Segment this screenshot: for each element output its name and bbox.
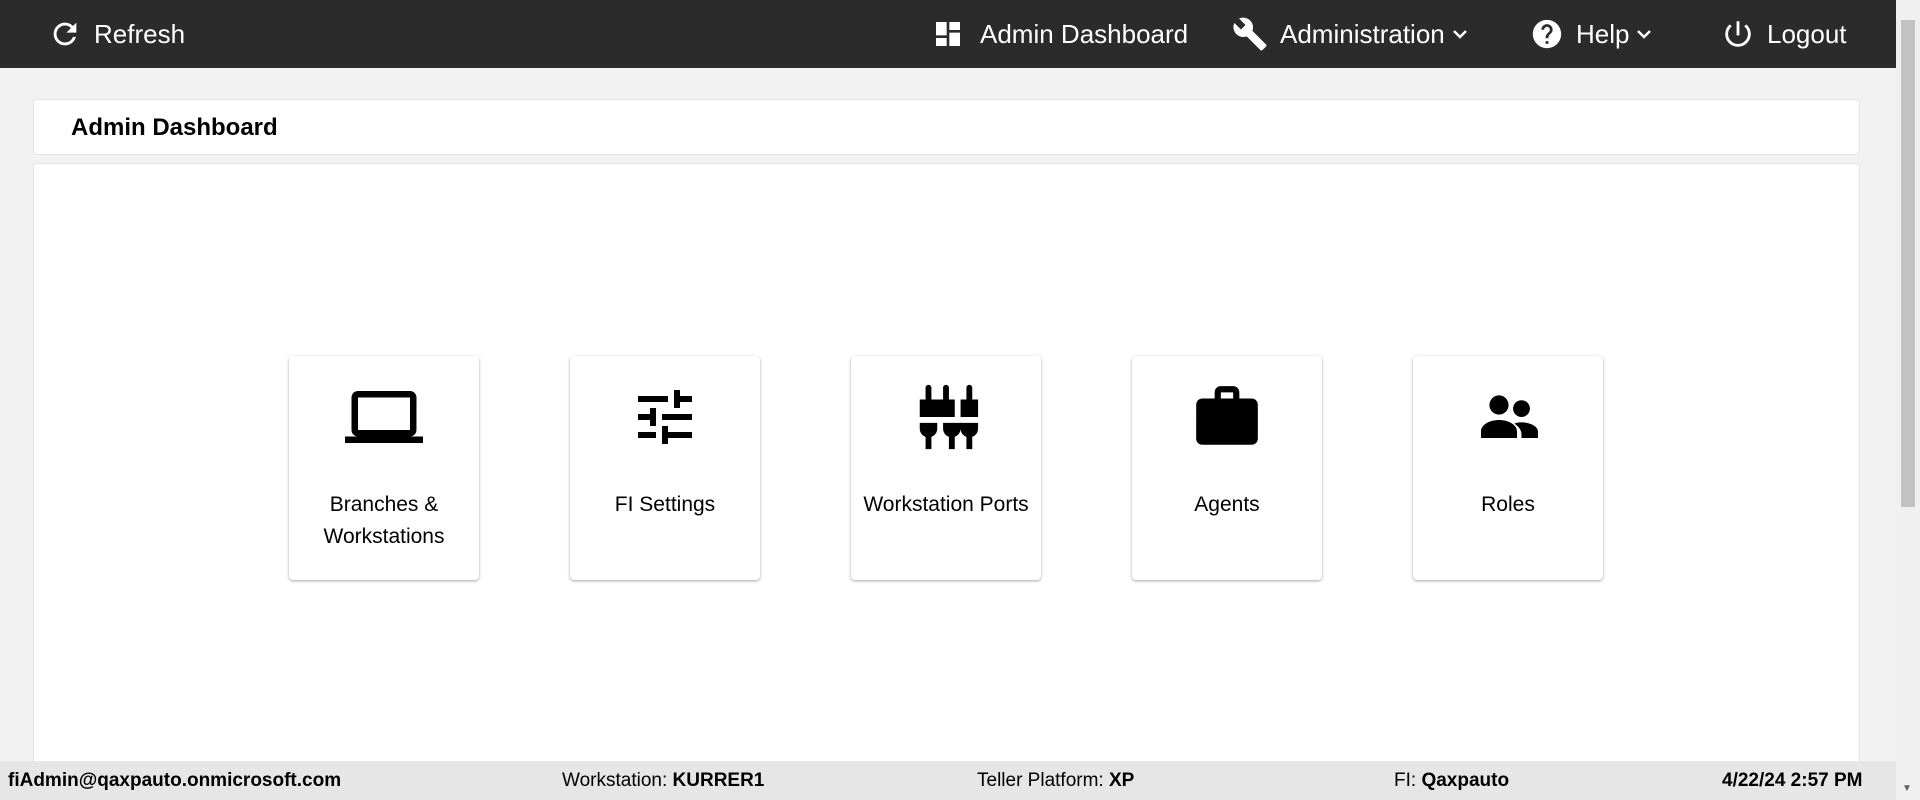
help-label: Help — [1576, 18, 1630, 49]
admin-dashboard-label: Admin Dashboard — [980, 18, 1189, 49]
power-icon — [1721, 17, 1755, 51]
top-nav-bar: Refresh Admin Dashboard Administration H… — [0, 0, 1920, 68]
status-fi: FI: Qaxpauto — [1394, 769, 1510, 791]
tile-agents[interactable]: Agents — [1132, 356, 1322, 580]
tile-branches-workstations[interactable]: Branches & Workstations — [289, 356, 479, 580]
logout-button[interactable]: Logout — [1721, 0, 1847, 68]
chevron-down-icon — [1635, 25, 1653, 43]
status-bar: fiAdmin@qaxpauto.onmicrosoft.com Worksta… — [0, 761, 1896, 800]
ports-icon — [851, 382, 1041, 452]
refresh-button[interactable]: Refresh — [48, 0, 185, 68]
status-teller-platform: Teller Platform: XP — [977, 769, 1135, 791]
tile-workstation-ports[interactable]: Workstation Ports — [851, 356, 1041, 580]
vertical-scrollbar[interactable]: ▼ — [1896, 0, 1920, 800]
tile-label: Roles — [1481, 493, 1535, 516]
sliders-icon — [570, 382, 760, 452]
chevron-down-icon — [1451, 25, 1469, 43]
tile-fi-settings[interactable]: FI Settings — [570, 356, 760, 580]
admin-dashboard-nav[interactable]: Admin Dashboard — [932, 0, 1188, 68]
administration-label: Administration — [1280, 18, 1445, 49]
logout-label: Logout — [1767, 18, 1847, 49]
briefcase-icon — [1132, 382, 1322, 452]
dashboard-icon — [932, 18, 964, 50]
tile-label: Branches & Workstations — [323, 493, 445, 548]
page-header: Admin Dashboard — [33, 99, 1860, 155]
laptop-icon — [289, 382, 479, 452]
refresh-label: Refresh — [94, 18, 186, 49]
administration-menu[interactable]: Administration — [1232, 0, 1469, 68]
scrollbar-thumb[interactable] — [1901, 20, 1915, 507]
dashboard-content: Branches & Workstations FI Settings Work… — [33, 163, 1860, 763]
people-icon — [1413, 382, 1603, 452]
status-workstation: Workstation: KURRER1 — [562, 769, 765, 791]
status-datetime: 4/22/24 2:57 PM — [1722, 769, 1863, 791]
scroll-down-arrow-icon[interactable]: ▼ — [1902, 783, 1912, 794]
refresh-icon — [48, 17, 82, 51]
tile-label: Workstation Ports — [863, 493, 1029, 516]
status-user: fiAdmin@qaxpauto.onmicrosoft.com — [8, 769, 342, 791]
help-icon — [1530, 17, 1564, 51]
wrench-icon — [1232, 16, 1268, 52]
help-menu[interactable]: Help — [1530, 0, 1653, 68]
tile-label: Agents — [1194, 493, 1260, 516]
tile-roles[interactable]: Roles — [1413, 356, 1603, 580]
tile-label: FI Settings — [614, 493, 716, 516]
page-title: Admin Dashboard — [71, 114, 278, 141]
